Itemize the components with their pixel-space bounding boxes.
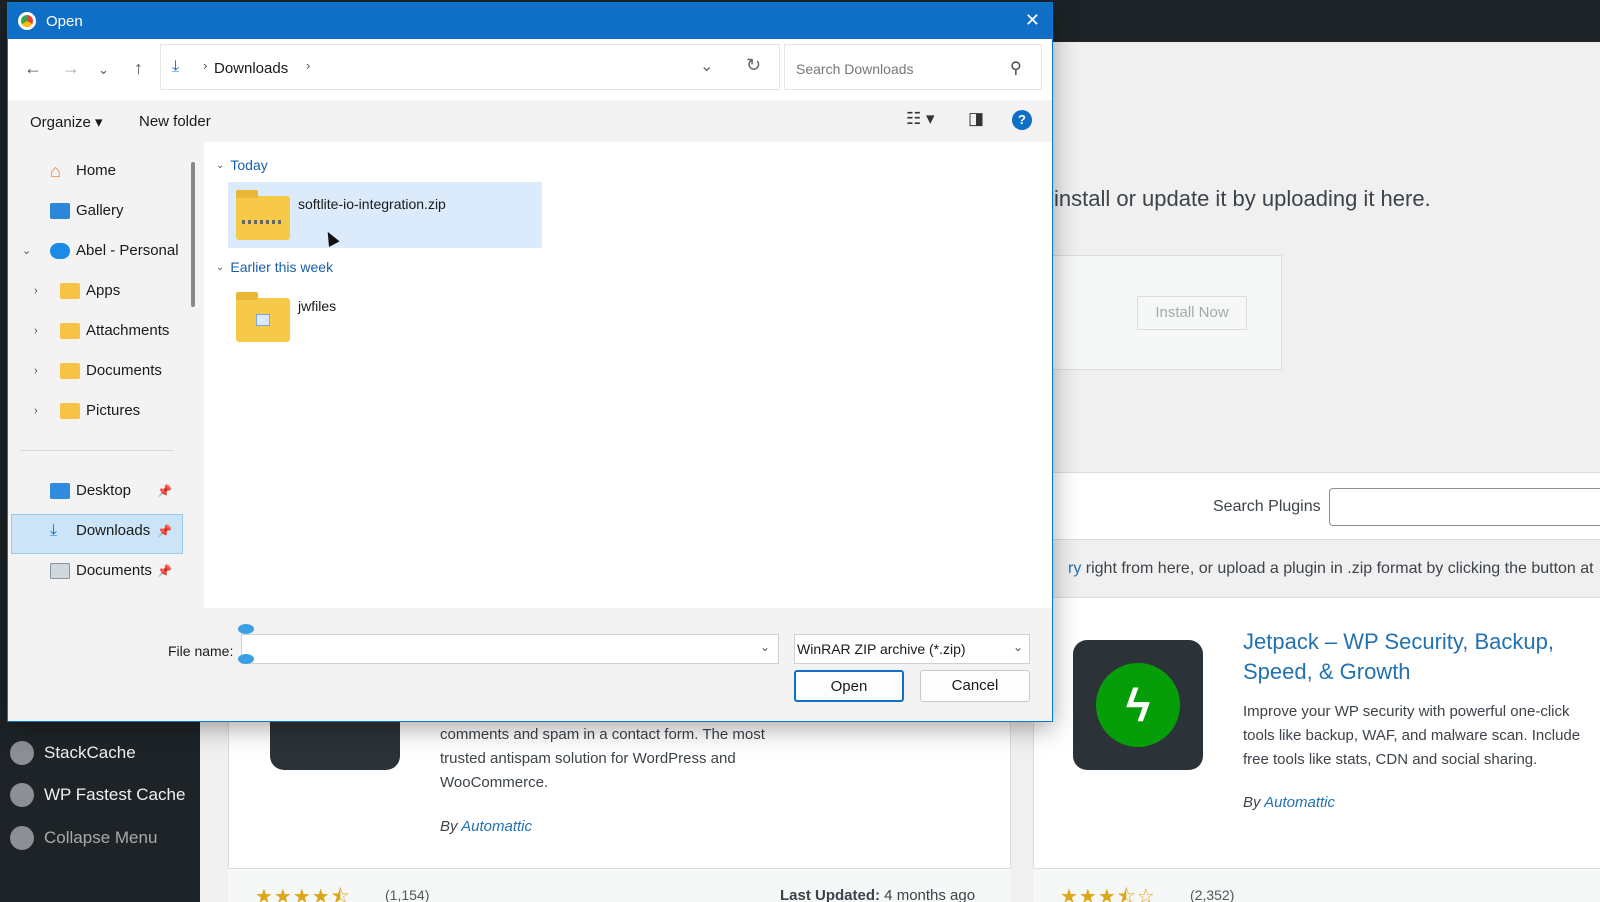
rating-stars: ★★★★⯪ xyxy=(255,886,351,902)
download-icon: ⤓ xyxy=(50,521,58,539)
pin-icon: 📌 xyxy=(157,523,172,538)
author-link[interactable]: Automattic xyxy=(461,818,532,835)
sidebar-item-label: StackCache xyxy=(44,743,136,762)
file-name-label: File name: xyxy=(168,643,234,659)
chevron-right-icon[interactable]: › xyxy=(34,365,60,377)
new-folder-button[interactable]: New folder xyxy=(139,113,211,130)
plugin-author: By Automattic xyxy=(440,818,532,835)
sidebar-item-stackcache[interactable]: StackCache xyxy=(10,741,136,765)
nav-item-downloads[interactable]: ⤓ Downloads 📌 xyxy=(30,522,180,539)
desktop-icon xyxy=(50,482,70,499)
plugin-directory-link[interactable]: ry xyxy=(1068,560,1081,577)
chevron-down-icon: ⌄ xyxy=(216,159,225,171)
dialog-titlebar: Open ✕ xyxy=(8,3,1052,39)
text-selection-cursor-icon xyxy=(238,624,254,664)
chevron-right-icon[interactable]: › xyxy=(34,405,60,417)
chevron-down-icon[interactable]: ⌄ xyxy=(1013,640,1023,654)
file-name[interactable]: softlite-io-integration.zip xyxy=(298,196,446,212)
search-plugins-input[interactable] xyxy=(1329,488,1600,526)
back-arrow-icon[interactable]: ← xyxy=(24,58,42,79)
folder-icon[interactable] xyxy=(236,292,290,342)
home-icon: ⌂ xyxy=(50,160,61,181)
plugin-description: comments and spam in a contact form. The… xyxy=(440,726,765,791)
search-icon[interactable]: ⚲ xyxy=(1010,58,1022,78)
nav-item-attachments[interactable]: › Attachments xyxy=(34,322,169,339)
rating-count: (2,352) xyxy=(1190,887,1235,902)
nav-item-apps[interactable]: › Apps xyxy=(34,282,120,299)
recent-locations-chevron-icon[interactable]: ⌄ xyxy=(98,62,109,78)
gallery-icon xyxy=(50,202,70,219)
pin-icon: 📌 xyxy=(157,563,172,578)
file-type-value: WinRAR ZIP archive (*.zip) xyxy=(797,641,966,657)
sidebar-item-label: WP Fastest Cache xyxy=(44,785,186,804)
folder-icon xyxy=(60,402,80,419)
rating-stars: ★★★⯪☆ xyxy=(1060,886,1156,902)
address-history-chevron-icon[interactable]: ⌄ xyxy=(700,56,713,76)
rating-count: (1,154) xyxy=(385,887,430,902)
nav-item-onedrive[interactable]: ⌄ Abel - Personal xyxy=(22,242,179,259)
cloud-icon xyxy=(50,242,70,259)
open-button[interactable]: Open xyxy=(794,670,904,702)
search-plugins-label: Search Plugins xyxy=(1213,498,1321,515)
sidebar-collapse-menu[interactable]: Collapse Menu xyxy=(10,826,157,850)
chevron-down-icon[interactable]: ⌄ xyxy=(22,244,50,257)
group-header-today[interactable]: ⌄ Today xyxy=(216,157,268,173)
documents-icon xyxy=(50,562,70,579)
chevron-right-icon[interactable]: › xyxy=(34,325,60,337)
install-now-button[interactable]: Install Now xyxy=(1137,296,1247,330)
plugins-description: ry right from here, or upload a plugin i… xyxy=(1068,560,1594,577)
plugin-description: Improve your WP security with powerful o… xyxy=(1243,703,1581,768)
refresh-icon[interactable]: ↻ xyxy=(746,55,761,76)
collapse-icon xyxy=(10,826,34,850)
jetpack-icon[interactable]: ϟ xyxy=(1073,640,1203,770)
up-arrow-icon[interactable]: ↑ xyxy=(134,58,143,79)
nav-item-home[interactable]: ⌂ Home xyxy=(30,160,116,181)
plugin-author: By Automattic xyxy=(1243,794,1335,811)
forward-arrow-icon[interactable]: → xyxy=(62,58,80,79)
file-name[interactable]: jwfiles xyxy=(298,298,336,314)
cheetah-icon xyxy=(10,783,34,807)
cancel-button[interactable]: Cancel xyxy=(920,670,1030,702)
upload-instructions: install or update it by uploading it her… xyxy=(1054,186,1431,211)
file-name-input[interactable] xyxy=(241,634,779,664)
nav-divider xyxy=(20,450,174,451)
gear-icon xyxy=(10,741,34,765)
breadcrumb-separator-icon[interactable]: › xyxy=(306,58,310,73)
sidebar-item-label: Collapse Menu xyxy=(44,828,158,847)
chevron-down-icon: ⌄ xyxy=(216,261,225,273)
folder-icon xyxy=(60,322,80,339)
download-icon: ⤓ xyxy=(172,58,180,75)
search-input[interactable]: Search Downloads xyxy=(796,61,914,77)
chrome-icon xyxy=(18,12,36,30)
folder-icon xyxy=(60,362,80,379)
group-header-earlier-this-week[interactable]: ⌄ Earlier this week xyxy=(216,259,333,275)
close-icon[interactable]: ✕ xyxy=(1025,10,1040,31)
pin-icon: 📌 xyxy=(157,483,172,498)
sidebar-item-wp-fastest-cache[interactable]: WP Fastest Cache xyxy=(10,783,185,807)
chevron-right-icon[interactable]: › xyxy=(34,285,60,297)
nav-scrollbar[interactable] xyxy=(191,162,195,307)
dialog-footer xyxy=(8,608,1052,721)
breadcrumb-downloads[interactable]: Downloads xyxy=(214,60,288,77)
view-options-icon[interactable]: ☷ ▾ xyxy=(906,109,935,129)
preview-pane-icon[interactable]: ◨ xyxy=(968,109,984,129)
nav-item-desktop[interactable]: Desktop 📌 xyxy=(30,482,180,499)
nav-item-pictures[interactable]: › Pictures xyxy=(34,402,140,419)
dialog-title: Open xyxy=(46,12,83,30)
zip-folder-icon[interactable] xyxy=(236,190,290,240)
breadcrumb-separator-icon[interactable]: › xyxy=(203,58,207,73)
plugin-title-link[interactable]: Jetpack – WP Security, Backup, Speed, & … xyxy=(1243,627,1583,687)
nav-item-documents-quick[interactable]: Documents 📌 xyxy=(30,562,180,579)
folder-icon xyxy=(60,282,80,299)
nav-item-documents[interactable]: › Documents xyxy=(34,362,162,379)
chevron-down-icon[interactable]: ⌄ xyxy=(760,640,770,654)
nav-item-gallery[interactable]: Gallery xyxy=(30,202,124,219)
last-updated: Last Updated: 4 months ago xyxy=(780,887,976,902)
author-link[interactable]: Automattic xyxy=(1264,794,1335,811)
organize-button[interactable]: Organize ▾ xyxy=(30,113,103,131)
help-icon[interactable]: ? xyxy=(1012,110,1032,130)
